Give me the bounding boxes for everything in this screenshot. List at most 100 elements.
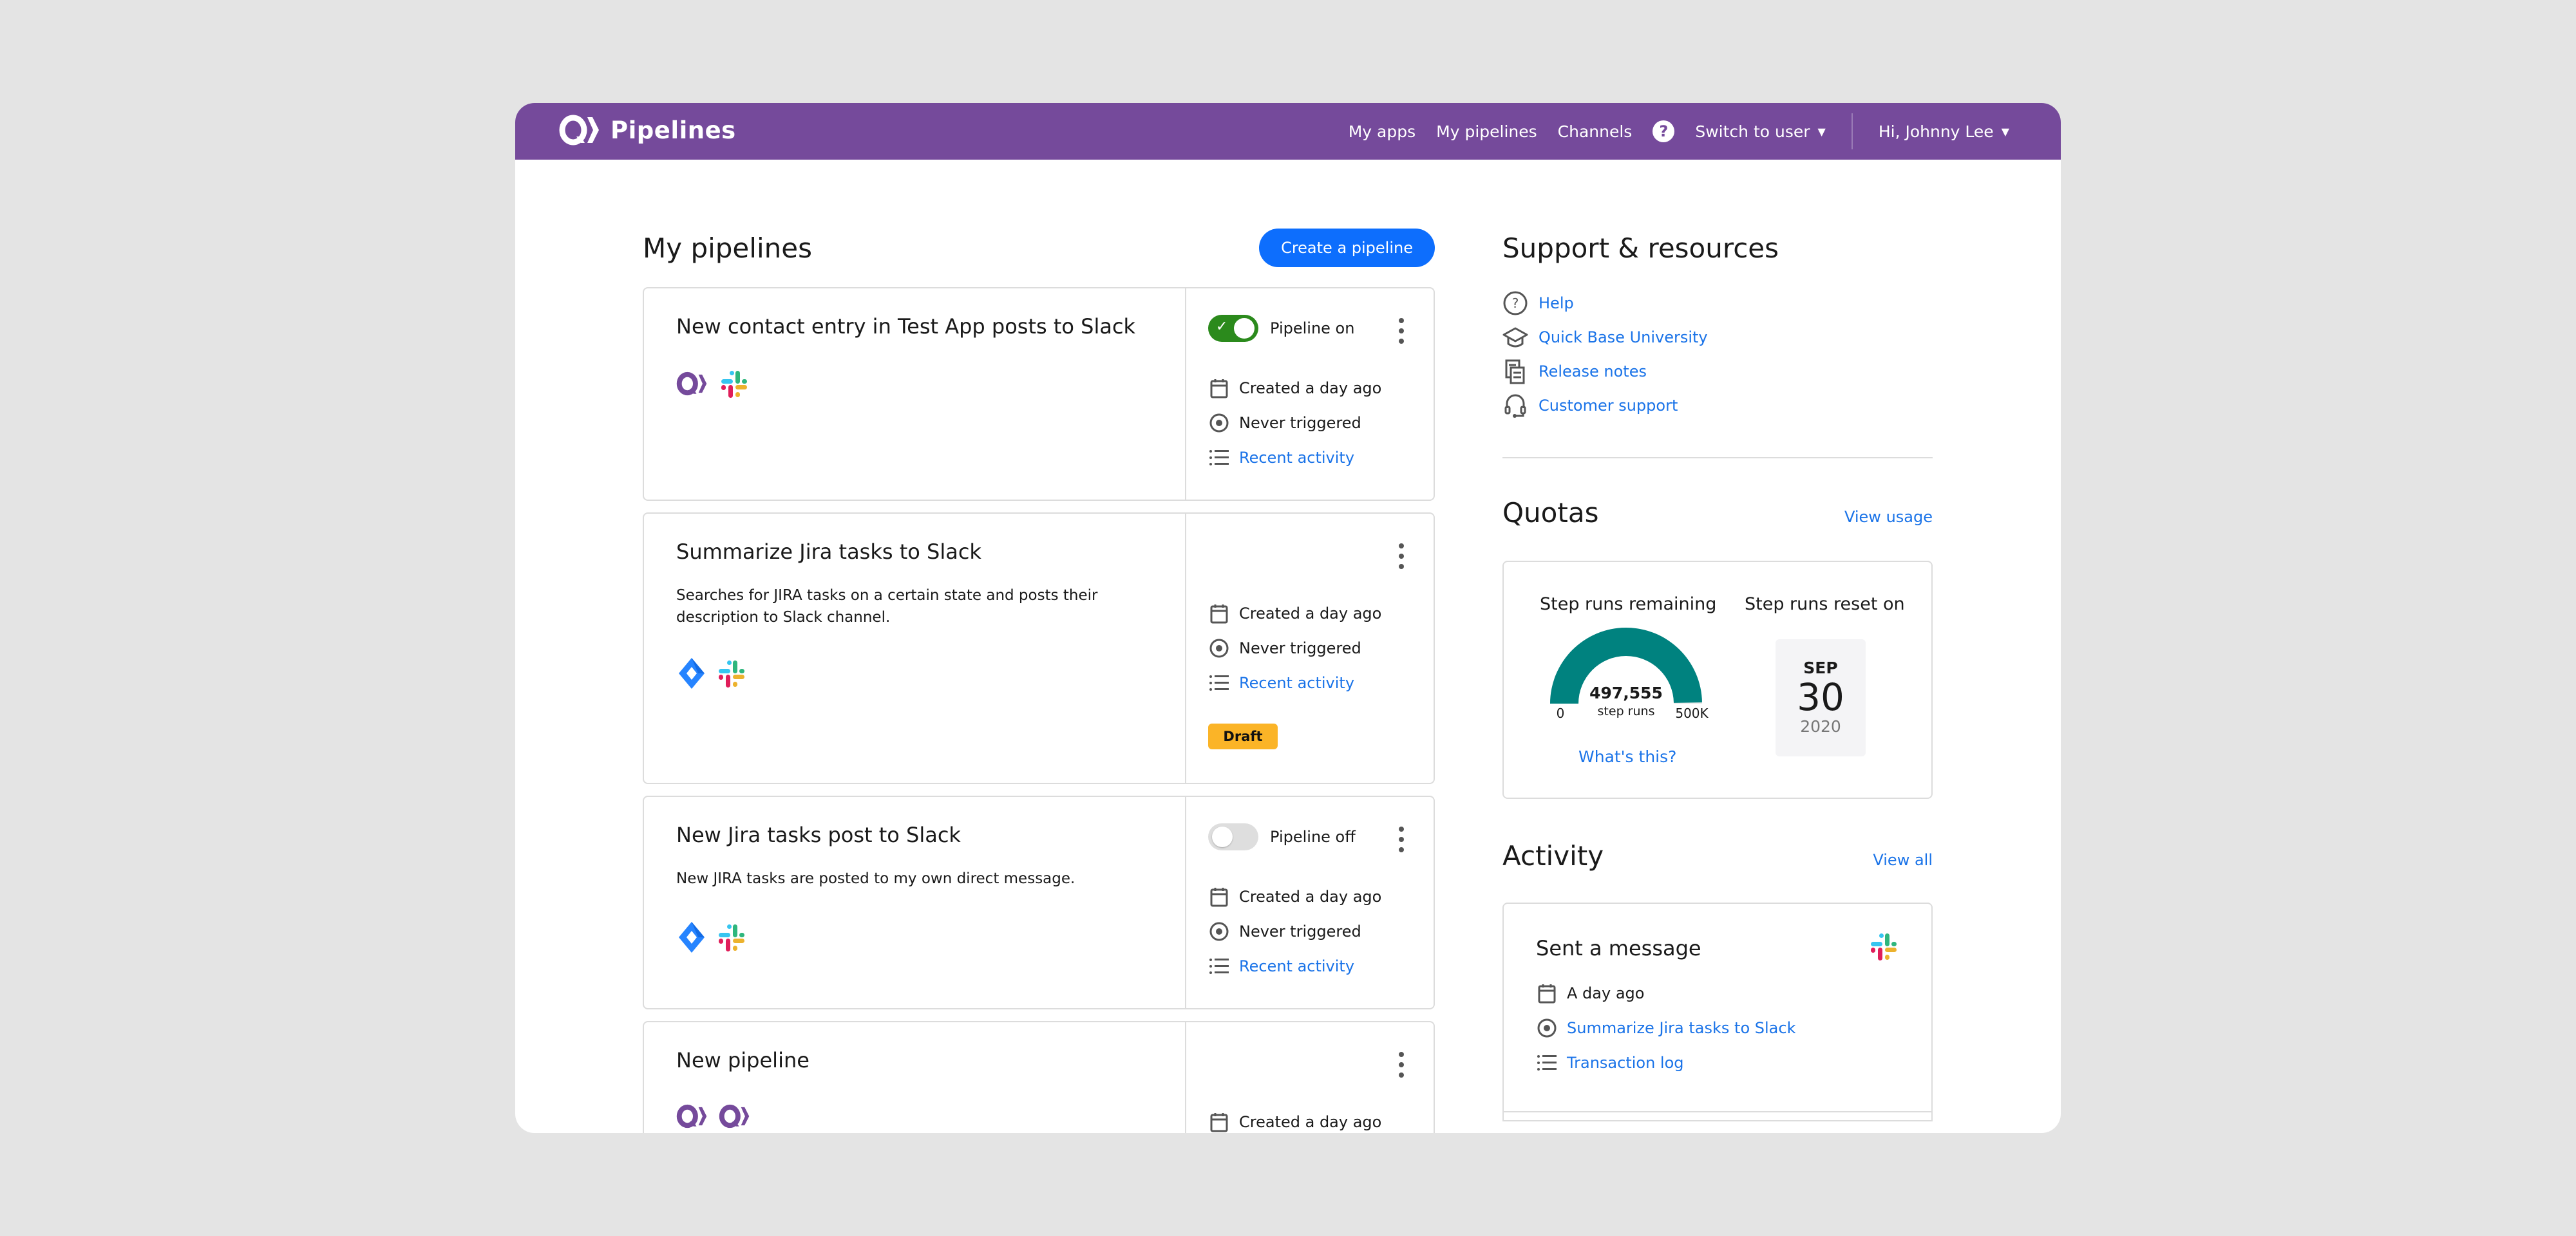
pipeline-card-side: ✓ Pipeline on Created a day ago Never tr… <box>1186 288 1434 500</box>
list-icon <box>1208 955 1230 977</box>
triggered-row: Never triggered <box>1208 631 1381 666</box>
nav-channels[interactable]: Channels <box>1558 122 1633 141</box>
university-link[interactable]: Quick Base University <box>1539 328 1708 346</box>
pipeline-card[interactable]: New Jira tasks post to Slack New JIRA ta… <box>643 796 1435 1009</box>
pipeline-card-main: New Jira tasks post to Slack New JIRA ta… <box>644 797 1186 1008</box>
triggered-text: Never triggered <box>1239 922 1361 941</box>
activity-row[interactable]: Recent activity <box>1208 666 1381 700</box>
headset-icon <box>1502 393 1528 418</box>
toggle-switch-off[interactable] <box>1208 823 1258 850</box>
create-pipeline-button[interactable]: Create a pipeline <box>1259 229 1435 267</box>
support-link-customer-support[interactable]: Customer support <box>1502 388 1933 422</box>
pipeline-card-main: New pipeline <box>644 1022 1186 1133</box>
quickbase-logo-icon <box>559 115 599 145</box>
toggle-switch-on[interactable]: ✓ <box>1208 315 1258 342</box>
activity-row[interactable]: Recent activity <box>1208 440 1381 475</box>
pipeline-title[interactable]: New contact entry in Test App posts to S… <box>676 314 1153 339</box>
page-title: My pipelines <box>643 232 812 264</box>
trigger-target-icon <box>1536 1017 1558 1039</box>
pipeline-channel-icons <box>676 1102 752 1130</box>
switch-user-label: Switch to user <box>1695 122 1810 141</box>
created-text: Created a day ago <box>1239 1113 1382 1131</box>
activity-pipeline-row[interactable]: Summarize Jira tasks to Slack <box>1536 1011 1795 1045</box>
nav-my-apps[interactable]: My apps <box>1349 122 1416 141</box>
created-text: Created a day ago <box>1239 888 1382 906</box>
release-notes-icon <box>1502 359 1528 384</box>
jira-icon <box>679 922 705 953</box>
pipeline-toggle[interactable]: Pipeline off <box>1208 823 1412 851</box>
reset-month: SEP <box>1803 659 1838 677</box>
pipeline-meta: Created a day ago Never triggered Recent… <box>1208 879 1381 984</box>
sidebar: Support & resources ? Help Quick Base Un… <box>1502 225 1933 1121</box>
created-text: Created a day ago <box>1239 604 1382 623</box>
slack-icon <box>719 924 744 951</box>
switch-user-dropdown[interactable]: Switch to user ▼ <box>1695 122 1826 141</box>
pipeline-title[interactable]: New pipeline <box>676 1048 1153 1072</box>
pipeline-title[interactable]: Summarize Jira tasks to Slack <box>676 539 1153 564</box>
recent-activity-link[interactable]: Recent activity <box>1239 674 1354 692</box>
section-divider <box>1502 457 1933 458</box>
triggered-text: Never triggered <box>1239 414 1361 432</box>
user-menu-dropdown[interactable]: Hi, Johnny Lee ▼ <box>1879 122 2009 141</box>
calendar-icon <box>1208 1111 1230 1133</box>
more-options-icon[interactable] <box>1395 1052 1408 1078</box>
gauge-max-label: 500K <box>1675 706 1709 721</box>
help-icon[interactable]: ? <box>1653 120 1675 142</box>
created-row: Created a day ago <box>1208 879 1381 914</box>
pipeline-description: New JIRA tasks are posted to my own dire… <box>676 870 1075 887</box>
triggered-row: Never triggered <box>1208 406 1381 440</box>
remaining-label: Step runs remaining <box>1540 594 1717 614</box>
more-options-icon[interactable] <box>1395 827 1408 852</box>
calendar-icon <box>1536 982 1558 1004</box>
quotas-card: Step runs remaining 497,555 step runs 0 … <box>1502 561 1933 799</box>
app-title: Pipelines <box>611 116 736 144</box>
activity-log-row[interactable]: Transaction log <box>1536 1045 1795 1080</box>
caret-down-icon: ▼ <box>2001 125 2009 138</box>
reset-label: Step runs reset on <box>1745 594 1905 614</box>
recent-activity-link[interactable]: Recent activity <box>1239 449 1354 467</box>
created-row: Created a day ago <box>1208 371 1381 406</box>
created-row: Created a day ago <box>1208 596 1381 631</box>
calendar-icon <box>1208 603 1230 624</box>
view-all-link[interactable]: View all <box>1873 851 1933 869</box>
step-runs-gauge: 497,555 step runs 0 500K <box>1550 627 1709 721</box>
customer-support-link[interactable]: Customer support <box>1539 397 1678 415</box>
jira-icon <box>679 658 705 689</box>
pipeline-card-side: Pipeline off Created a day ago Never tri… <box>1186 797 1434 1008</box>
trigger-target-icon <box>1208 637 1230 659</box>
support-link-release-notes[interactable]: Release notes <box>1502 354 1933 388</box>
activity-row[interactable]: Recent activity <box>1208 949 1381 984</box>
pipeline-card-main: Summarize Jira tasks to Slack Searches f… <box>644 514 1186 783</box>
more-options-icon[interactable] <box>1395 318 1408 344</box>
nav-my-pipelines[interactable]: My pipelines <box>1436 122 1537 141</box>
support-link-university[interactable]: Quick Base University <box>1502 320 1933 354</box>
graduation-cap-icon <box>1502 324 1528 350</box>
support-header: Support & resources <box>1502 225 1933 270</box>
more-options-icon[interactable] <box>1395 543 1408 569</box>
checkmark-icon: ✓ <box>1216 319 1228 335</box>
pipeline-meta: Created a day ago <box>1208 1105 1381 1133</box>
pipeline-toggle[interactable]: ✓ Pipeline on <box>1208 314 1412 342</box>
whats-this-link[interactable]: What's this? <box>1578 747 1676 766</box>
pipeline-title[interactable]: New Jira tasks post to Slack <box>676 823 1153 847</box>
help-circle-icon: ? <box>1502 290 1528 316</box>
pipeline-channel-icons <box>676 921 747 954</box>
triggered-row: Never triggered <box>1208 914 1381 949</box>
release-notes-link[interactable]: Release notes <box>1539 362 1647 380</box>
support-link-help[interactable]: ? Help <box>1502 286 1933 320</box>
recent-activity-link[interactable]: Recent activity <box>1239 957 1354 975</box>
caret-down-icon: ▼ <box>1817 125 1826 138</box>
view-usage-link[interactable]: View usage <box>1844 508 1933 526</box>
quickbase-icon <box>719 1104 750 1128</box>
list-icon <box>1208 447 1230 469</box>
pipeline-card[interactable]: Summarize Jira tasks to Slack Searches f… <box>643 512 1435 784</box>
transaction-log-link[interactable]: Transaction log <box>1567 1054 1684 1072</box>
pipeline-card-side: Created a day ago <box>1186 1022 1434 1133</box>
help-link[interactable]: Help <box>1539 294 1574 312</box>
brand[interactable]: Pipelines <box>559 115 736 145</box>
pipeline-card[interactable]: New contact entry in Test App posts to S… <box>643 287 1435 501</box>
pipeline-card[interactable]: New pipeline Created a day ago <box>643 1021 1435 1133</box>
activity-title-text: Sent a message <box>1536 936 1701 960</box>
trigger-target-icon <box>1208 921 1230 942</box>
activity-pipeline-link[interactable]: Summarize Jira tasks to Slack <box>1567 1019 1795 1037</box>
